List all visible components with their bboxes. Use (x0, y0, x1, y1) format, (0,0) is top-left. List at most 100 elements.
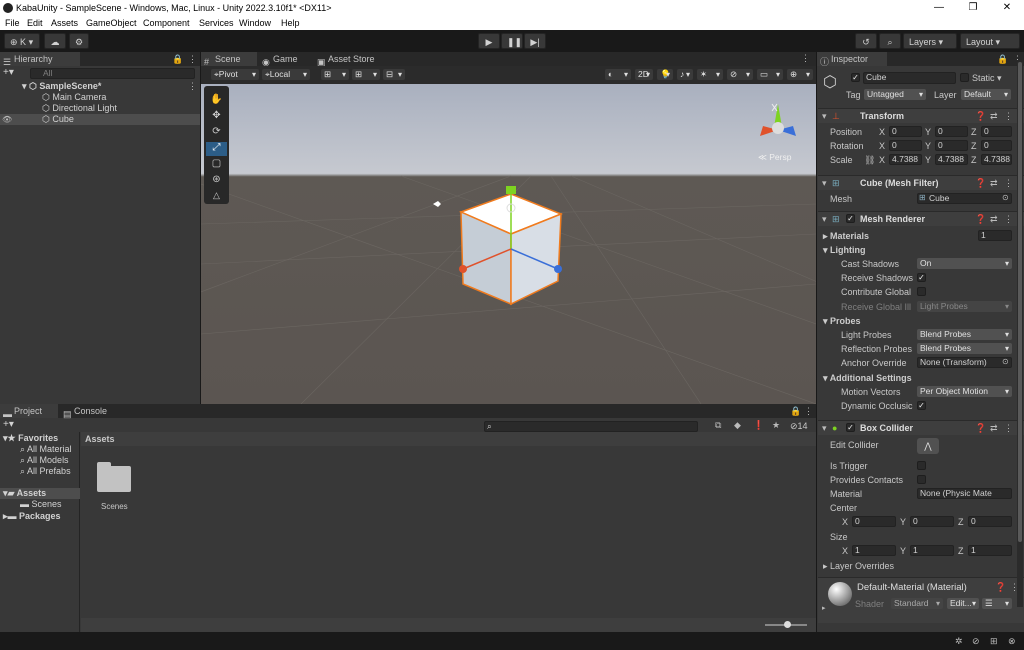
scene-root[interactable]: ▾ ⬡ SampleScene* (22, 81, 101, 92)
play-button[interactable]: ▶ (478, 33, 500, 49)
tab-console[interactable]: ▤ Console (60, 404, 118, 419)
local-dropdown[interactable]: ⌖Local (262, 69, 310, 80)
menu-component[interactable]: Component (143, 18, 190, 28)
mesh-field[interactable]: Cube (917, 193, 1012, 204)
object-name-input[interactable]: Cube (863, 72, 956, 84)
rotation-z-field[interactable]: 0 (981, 140, 1012, 151)
cloud-button[interactable]: ☁ (44, 33, 66, 49)
search-button[interactable]: ⌕ (879, 33, 901, 49)
grid-visibility-dropdown[interactable]: ⊞ (352, 69, 380, 80)
probes-section[interactable]: ▾ Probes (823, 316, 861, 327)
tag-dropdown[interactable]: Untagged (864, 89, 926, 100)
position-x-field[interactable]: 0 (889, 126, 922, 137)
receive-shadows-checkbox[interactable]: ✓ (917, 273, 926, 282)
tab-project[interactable]: ▬ Project (0, 404, 58, 419)
layout-dropdown[interactable]: Layout ▾ (960, 33, 1020, 49)
is-trigger-checkbox[interactable] (917, 461, 926, 470)
scene-kebab-icon[interactable]: ⋮ (188, 81, 197, 92)
transform-header[interactable]: ▾ ⊥ Transform ❓ ⇄ ⋮ (818, 108, 1024, 123)
shading-mode-dropdown[interactable]: ◐ (605, 69, 631, 80)
bug-icon[interactable]: ✲ (955, 636, 963, 647)
lock-icon[interactable]: 🔒 (790, 406, 801, 417)
list-item[interactable]: ⬡ Directional Light (42, 103, 117, 114)
audio-toggle[interactable]: ♪ (677, 69, 693, 80)
rotation-y-field[interactable]: 0 (935, 140, 968, 151)
light-probes-dropdown[interactable]: Blend Probes (917, 329, 1012, 340)
menu-window[interactable]: Window (239, 18, 271, 28)
preset-icon[interactable]: ⇄ (990, 111, 998, 122)
mesh-filter-header[interactable]: ▾ ⊞ Cube (Mesh Filter) ❓ ⇄ ⋮ (818, 175, 1024, 190)
scale-y-field[interactable]: 4.7388 (935, 154, 968, 165)
favorites-item[interactable]: ▾★ Favorites (3, 433, 58, 444)
visibility-dropdown[interactable]: ⊘ (727, 69, 753, 80)
mode-2d-button[interactable]: 2D (635, 69, 653, 80)
move-tool-button[interactable]: ✥ (206, 110, 227, 124)
kebab-menu-icon[interactable]: ⋮ (1004, 111, 1013, 122)
preset-icon[interactable]: ⇄ (990, 178, 998, 189)
kebab-menu-icon[interactable]: ⋮ (188, 54, 197, 65)
folder-scenes-tile[interactable] (96, 462, 132, 492)
menu-gameobject[interactable]: GameObject (86, 18, 137, 28)
layer-dropdown[interactable]: Default (961, 89, 1011, 100)
add-object-button[interactable]: +▾ (3, 67, 23, 79)
close-button[interactable]: ✕ (992, 1, 1022, 15)
undo-history-button[interactable]: ↺ (855, 33, 877, 49)
list-item[interactable]: ⬡ Main Camera (42, 92, 106, 103)
filter-label-icon[interactable]: ◆ (734, 420, 741, 431)
position-z-field[interactable]: 0 (981, 126, 1012, 137)
hierarchy-search-input[interactable]: All (30, 68, 195, 79)
chevron-right-icon[interactable]: ▸ (822, 604, 826, 612)
size-y-field[interactable]: 1 (910, 545, 954, 556)
scrollbar-thumb[interactable] (1018, 62, 1022, 542)
inspector-scrollbar[interactable] (1017, 62, 1023, 607)
scale-tool-button[interactable]: ⤢ (206, 142, 227, 156)
scale-x-field[interactable]: 4.7388 (889, 154, 922, 165)
tab-hierarchy[interactable]: ☰ Hierarchy (0, 52, 80, 67)
dynamic-occlusion-checkbox[interactable]: ✓ (917, 401, 926, 410)
create-asset-button[interactable]: +▾ (3, 419, 14, 430)
materials-section[interactable]: ▸ Materials (823, 231, 869, 242)
center-y-field[interactable]: 0 (910, 516, 954, 527)
project-search-input[interactable]: ⌕ (484, 421, 698, 432)
anchor-override-field[interactable]: None (Transform) (917, 357, 1012, 368)
effects-dropdown[interactable]: ✶ (697, 69, 723, 80)
edit-collider-button[interactable]: ⋀ (917, 438, 939, 454)
menu-help[interactable]: Help (281, 18, 300, 28)
lock-icon[interactable]: 🔒 (172, 54, 183, 65)
filter-type-icon[interactable]: ⧉ (715, 420, 721, 431)
pause-button[interactable]: ❚❚ (501, 33, 523, 49)
help-icon[interactable]: ❓ (975, 423, 986, 434)
contribute-global-checkbox[interactable] (917, 287, 926, 296)
minimize-button[interactable]: — (924, 1, 954, 15)
kebab-menu-icon[interactable]: ⋮ (1004, 214, 1013, 225)
favorite-item[interactable]: ⌕ All Material (20, 444, 72, 455)
account-button[interactable]: ⊕ K ▾ (4, 33, 40, 49)
help-icon[interactable]: ❓ (975, 214, 986, 225)
visibility-eye-icon[interactable]: 👁 (2, 115, 12, 124)
box-collider-enabled-checkbox[interactable]: ✓ (846, 423, 855, 432)
link-icon[interactable]: ⛓ (864, 155, 875, 166)
rotation-x-field[interactable]: 0 (889, 140, 922, 151)
favorite-item[interactable]: ⌕ All Models (20, 455, 69, 466)
layers-dropdown[interactable]: Layers ▾ (903, 33, 957, 49)
object-picker-icon[interactable]: ⊙ (1002, 357, 1009, 366)
hand-tool-button[interactable]: ✋ (206, 94, 227, 108)
provides-contacts-checkbox[interactable] (917, 475, 926, 484)
materials-count-field[interactable]: 1 (978, 230, 1012, 241)
maximize-button[interactable]: ❐ (958, 1, 988, 15)
hidden-packages-count[interactable]: ⊘14 (790, 421, 808, 432)
tab-asset-store[interactable]: ▣ Asset Store (314, 52, 384, 67)
tab-scene[interactable]: # Scene (201, 52, 257, 67)
help-icon[interactable]: ❓ (975, 178, 986, 189)
orientation-gizmo[interactable] (760, 103, 796, 136)
collab-button[interactable]: ⚙ (69, 33, 89, 49)
assets-folder-item[interactable]: ▾▰ Assets (0, 488, 80, 499)
scene-viewport[interactable]: ≪ Persp ✋ ✥ ⟳ ⤢ ▢ ⊛ △ (201, 84, 816, 404)
favorite-star-icon[interactable]: ★ (772, 420, 780, 431)
menu-edit[interactable]: Edit (27, 18, 43, 28)
collider-material-field[interactable]: None (Physic Mate (917, 488, 1012, 499)
breadcrumb-assets[interactable]: Assets (85, 434, 115, 444)
layer-overrides-section[interactable]: ▸ Layer Overrides (823, 561, 894, 572)
network-icon[interactable]: ⊘ (972, 636, 980, 647)
grid-snap-dropdown[interactable]: ⊞ (321, 69, 349, 80)
